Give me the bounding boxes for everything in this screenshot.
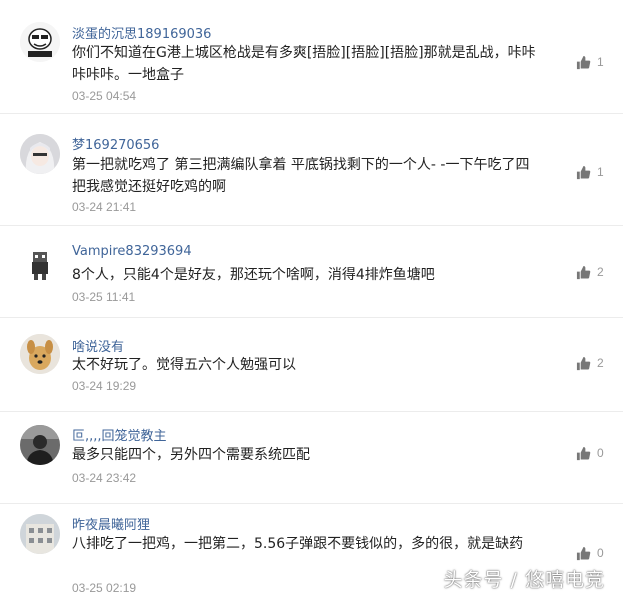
dark-photo-avatar-icon	[20, 425, 60, 465]
comment-text: 8个人，只能4个是好友，那还玩个啥啊，消得4排炸鱼塘吧	[72, 267, 435, 283]
thumbs-up-icon	[576, 55, 591, 69]
building-photo-avatar-icon	[20, 514, 60, 554]
avatar[interactable]	[20, 244, 60, 284]
dog-avatar-icon	[20, 334, 60, 374]
username[interactable]: 啥说没有	[72, 336, 124, 355]
username[interactable]: 叵,,,,回笼觉教主	[72, 425, 167, 444]
watermark: 头条号 / 悠嘻电竞	[443, 569, 605, 591]
like-count: 0	[597, 446, 604, 460]
comment-item: 叵,,,,回笼觉教主 最多只能四个，另外四个需要系统匹配 03-24 23:42…	[0, 412, 623, 504]
like-count: 1	[597, 55, 604, 69]
comment-text: 你们不知道在G港上城区枪战是有多爽[捂脸][捂脸][捂脸]那就是乱战，咔咔咔咔咔…	[72, 45, 536, 83]
thumbs-up-icon	[576, 546, 591, 560]
meme-avatar-icon	[20, 22, 60, 62]
like-button[interactable]: 2	[576, 264, 604, 280]
avatar[interactable]	[20, 134, 60, 174]
avatar[interactable]	[20, 334, 60, 374]
comment-text: 第一把就吃鸡了 第三把满编队拿着 平底锅找剩下的一个人- -一下午吃了四把我感觉…	[72, 157, 530, 195]
comment-item: 啥说没有 太不好玩了。觉得五六个人勉强可以 03-24 19:29 2	[0, 318, 623, 412]
comment-text: 太不好玩了。觉得五六个人勉强可以	[72, 357, 296, 373]
timestamp: 03-25 11:41	[72, 290, 136, 304]
like-count: 1	[597, 165, 604, 179]
avatar[interactable]	[20, 22, 60, 62]
like-count: 0	[597, 546, 604, 560]
comment-item: 淡蛋的沉思189169036 你们不知道在G港上城区枪战是有多爽[捂脸][捂脸]…	[0, 0, 623, 114]
like-button[interactable]: 1	[576, 54, 604, 70]
username[interactable]: 昨夜晨曦阿狸	[72, 514, 150, 533]
pixel-character-avatar-icon	[20, 244, 60, 284]
avatar[interactable]	[20, 514, 60, 554]
comment-item: 梦169270656 第一把就吃鸡了 第三把满编队拿着 平底锅找剩下的一个人- …	[0, 114, 623, 226]
like-button[interactable]: 2	[576, 355, 604, 371]
timestamp: 03-24 21:41	[72, 200, 137, 214]
comment-text: 八排吃了一把鸡，一把第二，5.56子弹跟不要钱似的，多的很，就是缺药	[72, 536, 524, 552]
username[interactable]: 梦169270656	[72, 134, 159, 153]
like-button[interactable]: 1	[576, 164, 604, 180]
avatar[interactable]	[20, 425, 60, 465]
anime-girl-avatar-icon	[20, 134, 60, 174]
timestamp: 03-25 02:19	[72, 581, 137, 595]
timestamp: 03-24 19:29	[72, 379, 137, 393]
like-button[interactable]: 0	[576, 545, 604, 561]
timestamp: 03-24 23:42	[72, 471, 137, 485]
username[interactable]: 淡蛋的沉思189169036	[72, 23, 211, 42]
thumbs-up-icon	[576, 265, 591, 279]
comment-text: 最多只能四个，另外四个需要系统匹配	[72, 447, 310, 463]
thumbs-up-icon	[576, 356, 591, 370]
like-count: 2	[597, 356, 604, 370]
like-button[interactable]: 0	[576, 445, 604, 461]
like-count: 2	[597, 265, 604, 279]
timestamp: 03-25 04:54	[72, 89, 137, 103]
thumbs-up-icon	[576, 446, 591, 460]
username[interactable]: Vampire83293694	[72, 244, 192, 259]
comment-item: Vampire83293694 8个人，只能4个是好友，那还玩个啥啊，消得4排炸…	[0, 226, 623, 318]
thumbs-up-icon	[576, 165, 591, 179]
